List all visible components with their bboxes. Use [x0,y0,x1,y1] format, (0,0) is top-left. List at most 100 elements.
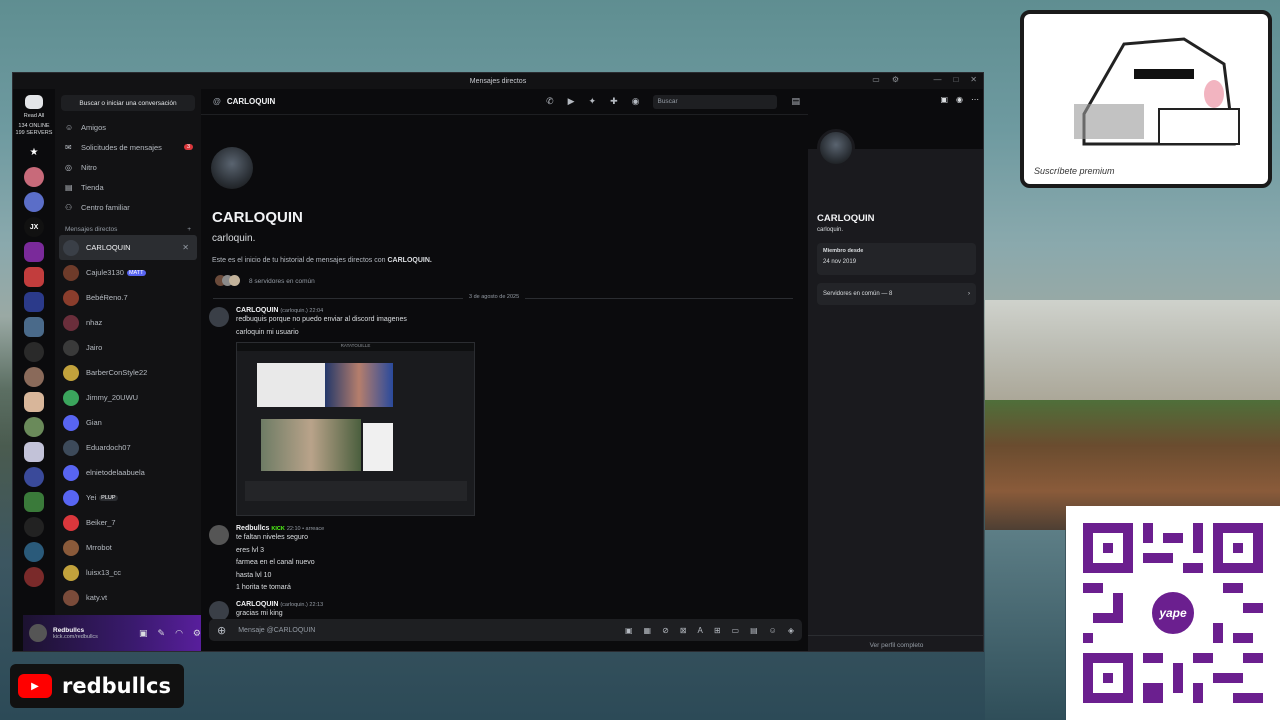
headphones-icon[interactable]: ◠ [175,628,183,639]
dm-item[interactable]: Eduardoch07 [55,435,201,460]
server-icon[interactable] [24,317,44,337]
call-icon[interactable]: ✆ [546,96,554,107]
nav-family-center[interactable]: ⚇ Centro familiar [55,197,201,217]
lock-icon[interactable]: ▣ [625,626,633,635]
avatar [63,389,79,406]
add-friend-icon[interactable]: ◉ [956,95,963,104]
settings-gear-icon[interactable]: ⚙ [193,628,201,639]
server-icon[interactable] [24,267,44,287]
mutual-servers-link[interactable]: 8 servidores en común [215,275,315,287]
message-author[interactable]: CARLOQUIN [236,601,278,608]
youtube-play-icon: ▶ [18,674,52,698]
emoji-icon[interactable]: ☺ [769,626,777,635]
dm-item[interactable]: elnietodelaabuela [55,460,201,485]
server-jx[interactable]: JX [24,217,44,237]
dm-item[interactable]: BarberConStyle22 [55,360,201,385]
server-icon[interactable] [24,542,44,562]
apps-icon[interactable]: ◈ [788,626,794,635]
minimize-button[interactable]: — [933,75,941,84]
dm-item[interactable]: Yei PLUP [55,485,201,510]
image-attachment[interactable]: RATATOUILLE [236,342,475,516]
server-icon[interactable] [24,567,44,587]
avatar[interactable] [209,525,229,545]
star-icon[interactable]: ★ [24,142,44,162]
dm-item[interactable]: luisx13_cc [55,560,201,585]
dm-item[interactable]: nhaz [55,310,201,335]
disable-video-icon[interactable]: ⊠ [680,626,687,635]
gift-icon[interactable]: ⊞ [714,626,721,635]
more-options-icon[interactable]: ⋯ [971,95,979,104]
inbox-icon[interactable]: ▤ [791,96,800,107]
mutual-servers-button[interactable]: Servidores en común — 8 › [817,283,976,305]
nav-message-requests[interactable]: ✉ Solicitudes de mensajes 3 [55,137,201,157]
video-icon[interactable]: ▶ [568,96,575,107]
dm-item[interactable]: Gian [55,410,201,435]
search-input[interactable]: Buscar [653,94,778,109]
dm-item[interactable]: Mrrobot [55,535,201,560]
mute-icon[interactable]: ⊘ [662,626,669,635]
avatar [63,539,79,556]
dm-sidebar: Buscar o iniciar una conversación ☺ Amigo… [55,89,201,651]
message-text: eres lvl 3 [236,546,265,554]
dm-item[interactable]: BebéReno.7 [55,285,201,310]
user-status: kick.com/redbullcs [53,633,98,640]
server-icon[interactable] [24,417,44,437]
gif-icon[interactable]: ▭ [732,626,740,635]
translate-icon[interactable]: A [698,626,703,635]
avatar [63,289,79,306]
add-friend-icon[interactable]: ✚ [610,96,618,107]
chevron-right-icon: › [968,291,970,297]
server-icon[interactable] [24,342,44,362]
dm-item-carloquin[interactable]: CARLOQUIN ✕ [59,235,197,260]
request-count-badge: 3 [183,144,193,150]
server-icon[interactable] [24,167,44,187]
server-icon[interactable] [24,292,44,312]
read-all-button[interactable]: Read All [24,113,45,119]
avatar[interactable] [209,601,229,621]
close-dm-icon[interactable]: ✕ [182,243,189,252]
server-icon[interactable] [24,517,44,537]
nav-friends[interactable]: ☺ Amigos [55,117,201,137]
message-input[interactable]: Mensaje @CARLOQUIN [238,627,315,634]
webcam-overlay: Suscríbete premium [1020,10,1272,188]
server-icon[interactable] [24,442,44,462]
nav-nitro[interactable]: ◎ Nitro [55,157,201,177]
server-icon[interactable] [24,192,44,212]
qr-pattern: yape [1083,523,1263,703]
message-author[interactable]: CARLOQUIN [236,307,278,314]
dm-item[interactable]: Cajule3130 MATT [55,260,201,285]
dm-item[interactable]: Beiker_7 [55,510,201,535]
server-icon[interactable] [24,242,44,262]
maximize-button[interactable]: □ [953,75,958,84]
discord-home-icon[interactable] [25,95,43,109]
dm-item[interactable]: katy.vt [55,585,201,610]
server-icon[interactable] [24,367,44,387]
profile-icon[interactable]: ◉ [632,96,640,107]
inbox-icon[interactable]: ▭ [872,75,880,84]
at-icon: @ [213,97,221,106]
nav-shop[interactable]: ▤ Tienda [55,177,201,197]
add-attachment-icon[interactable]: ⊕ [217,624,226,637]
server-icon[interactable] [24,392,44,412]
dm-item[interactable]: Jimmy_20UWU [55,385,201,410]
date-divider-label: 3 de agosto de 2025 [463,294,526,300]
cam-signature: Suscríbete premium [1034,166,1115,176]
find-conversation-button[interactable]: Buscar o iniciar una conversación [61,95,195,111]
avatar[interactable] [29,624,47,642]
mic-muted-icon[interactable]: ✎ [158,628,166,639]
server-icon[interactable] [24,467,44,487]
help-icon[interactable]: ⚙ [892,75,899,84]
view-full-profile-link[interactable]: Ver perfil completo [808,635,983,649]
message-author[interactable]: Redbullcs [236,525,269,532]
avatar[interactable] [209,307,229,327]
server-icon[interactable] [24,492,44,512]
sticker-icon[interactable]: ▤ [750,626,758,635]
pin-icon[interactable]: ✦ [589,96,597,107]
close-button[interactable]: ✕ [970,75,977,84]
calendar-icon[interactable]: ▦ [644,626,652,635]
dm-item[interactable]: Jairo [55,335,201,360]
nitro-gift-icon[interactable]: ▣ [940,95,948,104]
gamepad-icon[interactable]: ▣ [139,628,148,639]
mutual-server-avatars [215,275,241,287]
create-dm-icon[interactable]: + [187,226,191,233]
